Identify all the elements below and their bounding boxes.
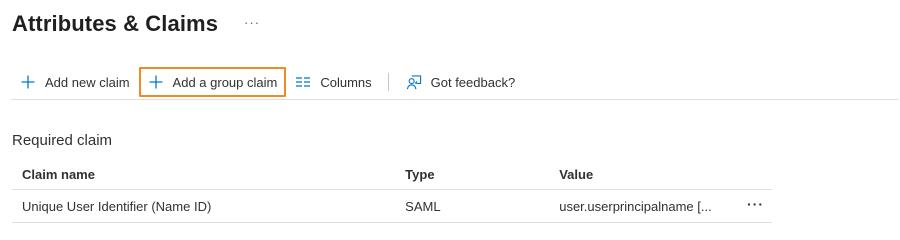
command-bar: Add new claim Add a group claim Columns … [11,66,524,98]
required-claims-table: Claim name Type Value Unique User Identi… [12,159,772,223]
got-feedback-button[interactable]: Got feedback? [397,67,525,97]
add-group-claim-button[interactable]: Add a group claim [138,67,287,97]
table-row[interactable]: Unique User Identifier (Name ID) SAML us… [12,189,772,223]
plus-icon [148,74,164,90]
columns-icon [295,74,311,90]
claim-type-cell: SAML [395,189,550,223]
claim-name-cell: Unique User Identifier (Name ID) [12,189,396,223]
column-header-type: Type [395,159,550,190]
page-title: Attributes & Claims [12,11,219,36]
add-new-claim-button[interactable]: Add new claim [11,67,139,97]
claim-value-cell: user.userprincipalname [... ··· [549,189,772,223]
add-new-claim-label: Add new claim [45,74,130,90]
plus-icon [20,74,36,90]
row-more-options-button[interactable]: ··· [747,196,764,212]
columns-label: Columns [320,74,372,90]
add-group-claim-label: Add a group claim [172,74,278,90]
column-header-claim-name: Claim name [12,159,396,190]
table-header-row: Claim name Type Value [12,159,772,190]
column-header-value: Value [549,159,772,190]
more-options-button[interactable]: ··· [244,15,260,30]
feedback-icon [406,74,422,90]
got-feedback-label: Got feedback? [430,74,516,90]
columns-button[interactable]: Columns [286,67,380,97]
page-header: Attributes & Claims ··· [12,8,260,40]
section-heading: Required claim [12,132,113,149]
toolbar-divider-line [11,99,899,100]
toolbar-divider [387,73,389,91]
claim-value-text: user.userprincipalname [... [559,198,712,214]
